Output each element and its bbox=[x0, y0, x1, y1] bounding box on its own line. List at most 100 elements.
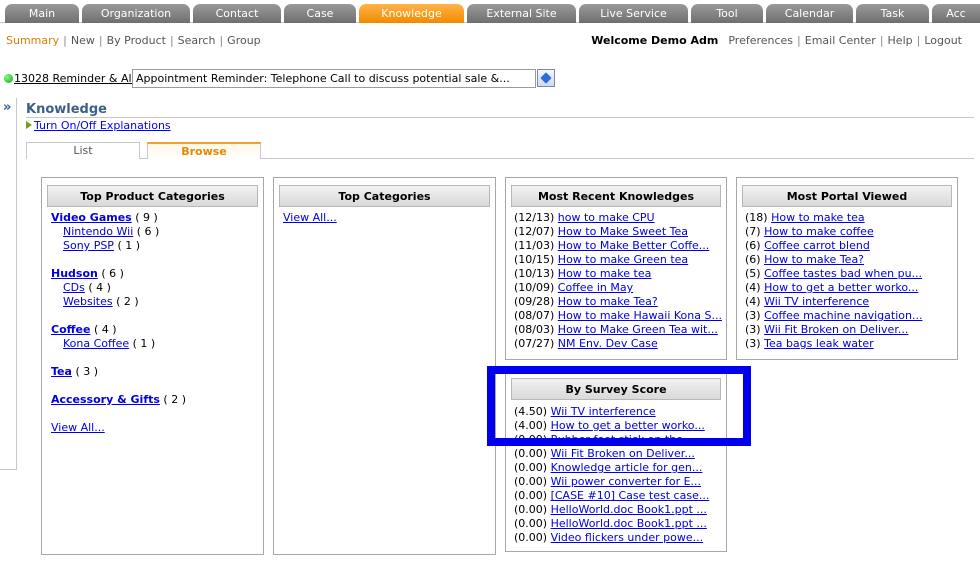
view-count: (4) bbox=[745, 295, 761, 308]
tab-knowledge[interactable]: Knowledge bbox=[359, 4, 464, 23]
knowledge-link[interactable]: How to make Green tea bbox=[558, 253, 688, 266]
knowledge-link[interactable]: Wii TV interference bbox=[551, 405, 656, 418]
category-link[interactable]: Accessory & Gifts bbox=[51, 393, 160, 406]
knowledge-link[interactable]: How to make coffee bbox=[764, 225, 874, 238]
knowledge-link[interactable]: Wii Fit Broken on Deliver... bbox=[551, 447, 695, 460]
tab-case[interactable]: Case bbox=[284, 4, 356, 23]
explanations-toggle-link[interactable]: Turn On/Off Explanations bbox=[34, 119, 171, 132]
tab-calendar[interactable]: Calendar bbox=[766, 4, 853, 23]
score-label: (0.00) bbox=[514, 433, 548, 446]
view-all-link[interactable]: View All... bbox=[51, 421, 105, 434]
subnav-by-product[interactable]: By Product bbox=[107, 34, 166, 47]
user-navigation: Welcome Demo Adm Preferences | Email Center… bbox=[591, 34, 962, 47]
knowledge-link[interactable]: [CASE #10] Case test case... bbox=[551, 489, 710, 502]
knowledge-link[interactable]: How to make tea bbox=[558, 267, 652, 280]
separator: | bbox=[797, 34, 801, 47]
list-item: (0.00) [CASE #10] Case test case... bbox=[514, 489, 722, 503]
sub-navigation: Summary | New | By Product | Search | Group bbox=[6, 34, 261, 47]
knowledge-link[interactable]: How to Make Better Coffe... bbox=[558, 239, 709, 252]
knowledge-link[interactable]: Tea bags leak water bbox=[764, 337, 874, 350]
date-label: (12/07) bbox=[514, 225, 555, 238]
tab-live-service[interactable]: Live Service bbox=[579, 4, 688, 23]
tab-tool[interactable]: Tool bbox=[691, 4, 763, 23]
logout-link[interactable]: Logout bbox=[924, 34, 962, 47]
tab-account[interactable]: Acc bbox=[932, 4, 980, 23]
subnav-search[interactable]: Search bbox=[178, 34, 216, 47]
list-item: (3) Tea bags leak water bbox=[745, 337, 953, 351]
score-label: (0.00) bbox=[514, 503, 548, 516]
subcategory-link[interactable]: Websites bbox=[63, 295, 113, 308]
knowledge-link[interactable]: How to Make Sweet Tea bbox=[558, 225, 688, 238]
view-count: (4) bbox=[745, 281, 761, 294]
knowledge-link[interactable]: How to make Hawaii Kona S... bbox=[558, 309, 722, 322]
subnav-new[interactable]: New bbox=[71, 34, 95, 47]
knowledge-link[interactable]: Coffee machine navigation... bbox=[764, 309, 922, 322]
tab-organization[interactable]: Organization bbox=[82, 4, 190, 23]
tab-task[interactable]: Task bbox=[856, 4, 929, 23]
knowledge-link[interactable]: How to make Tea? bbox=[764, 253, 864, 266]
list-item: (10/13) How to make tea bbox=[514, 267, 722, 281]
subcategory-link[interactable]: Kona Coffee bbox=[63, 337, 129, 350]
knowledge-link[interactable]: How to get a better worko... bbox=[764, 281, 918, 294]
knowledge-link[interactable]: Video flickers under powe... bbox=[551, 531, 704, 544]
category-link[interactable]: Hudson bbox=[51, 267, 98, 280]
category-count: ( 4 ) bbox=[88, 281, 111, 294]
tab-browse[interactable]: Browse bbox=[147, 142, 261, 159]
list-item: (4) Wii TV interference bbox=[745, 295, 953, 309]
knowledge-link[interactable]: Rubber feet stick on the... bbox=[551, 433, 694, 446]
subnav-summary[interactable]: Summary bbox=[6, 34, 59, 47]
knowledge-link[interactable]: Knowledge article for gen... bbox=[551, 461, 703, 474]
email-center-link[interactable]: Email Center bbox=[805, 34, 876, 47]
preferences-link[interactable]: Preferences bbox=[728, 34, 793, 47]
knowledge-link[interactable]: How to make tea bbox=[771, 211, 865, 224]
tab-main[interactable]: Main bbox=[5, 4, 79, 23]
knowledge-link[interactable]: How to get a better worko... bbox=[551, 419, 705, 432]
reminder-open-icon[interactable] bbox=[537, 69, 555, 87]
knowledge-link[interactable]: Wii TV interference bbox=[764, 295, 869, 308]
panel-title: By Survey Score bbox=[511, 378, 721, 400]
knowledge-link[interactable]: HelloWorld.doc Book1.ppt ... bbox=[551, 503, 707, 516]
tab-list[interactable]: List bbox=[26, 142, 140, 159]
category-list: Video Games ( 9 ) Nintendo Wii ( 6 ) Son… bbox=[51, 211, 256, 435]
category-link[interactable]: Coffee bbox=[51, 323, 90, 336]
knowledge-link[interactable]: Coffee tastes bad when pu... bbox=[764, 267, 922, 280]
reminder-alert-link[interactable]: 13028 Reminder & Alert bbox=[14, 72, 147, 85]
view-count: (7) bbox=[745, 225, 761, 238]
subcategory-link[interactable]: CDs bbox=[63, 281, 85, 294]
knowledge-link[interactable]: HelloWorld.doc Book1.ppt ... bbox=[551, 517, 707, 530]
knowledge-link[interactable]: Wii power converter for E... bbox=[551, 475, 701, 488]
list-item: (18) How to make tea bbox=[745, 211, 953, 225]
knowledge-link[interactable]: Wii Fit Broken on Deliver... bbox=[764, 323, 908, 336]
knowledge-link[interactable]: NM Env. Dev Case bbox=[558, 337, 658, 350]
panel-top-categories: Top Categories View All... bbox=[273, 177, 496, 555]
knowledge-link[interactable]: Coffee carrot blend bbox=[764, 239, 870, 252]
knowledge-link[interactable]: How to Make Green Tea wit... bbox=[558, 323, 718, 336]
view-all-link[interactable]: View All... bbox=[283, 211, 337, 224]
page-title: Knowledge bbox=[26, 102, 107, 117]
date-label: (10/15) bbox=[514, 253, 555, 266]
subcategory-link[interactable]: Sony PSP bbox=[63, 239, 114, 252]
category-link[interactable]: Tea bbox=[51, 365, 72, 378]
reminder-select-field[interactable] bbox=[132, 69, 536, 88]
category-link[interactable]: Video Games bbox=[51, 211, 132, 224]
subcategory-item: Websites ( 2 ) bbox=[51, 295, 256, 309]
tab-contact[interactable]: Contact bbox=[193, 4, 281, 23]
subcategory-link[interactable]: Nintendo Wii bbox=[63, 225, 133, 238]
tab-external-site[interactable]: External Site bbox=[467, 4, 576, 23]
date-label: (10/09) bbox=[514, 281, 555, 294]
list-item: (6) Coffee carrot blend bbox=[745, 239, 953, 253]
list-item: (12/13) how to make CPU bbox=[514, 211, 722, 225]
knowledge-link[interactable]: Coffee in May bbox=[558, 281, 633, 294]
expand-panel-icon[interactable]: » bbox=[3, 100, 11, 115]
score-label: (0.00) bbox=[514, 517, 548, 530]
help-link[interactable]: Help bbox=[888, 34, 913, 47]
list-item: (4) How to get a better worko... bbox=[745, 281, 953, 295]
subnav-group[interactable]: Group bbox=[227, 34, 261, 47]
knowledge-link[interactable]: How to make Tea? bbox=[558, 295, 658, 308]
knowledge-link[interactable]: how to make CPU bbox=[558, 211, 655, 224]
main-tab-bar: Main Organization Contact Case Knowledge… bbox=[0, 4, 980, 23]
category-count: ( 6 ) bbox=[136, 225, 160, 238]
separator: | bbox=[916, 34, 921, 47]
category-count: ( 6 ) bbox=[101, 267, 124, 280]
list-item: (0.00) Rubber feet stick on the... bbox=[514, 433, 722, 447]
